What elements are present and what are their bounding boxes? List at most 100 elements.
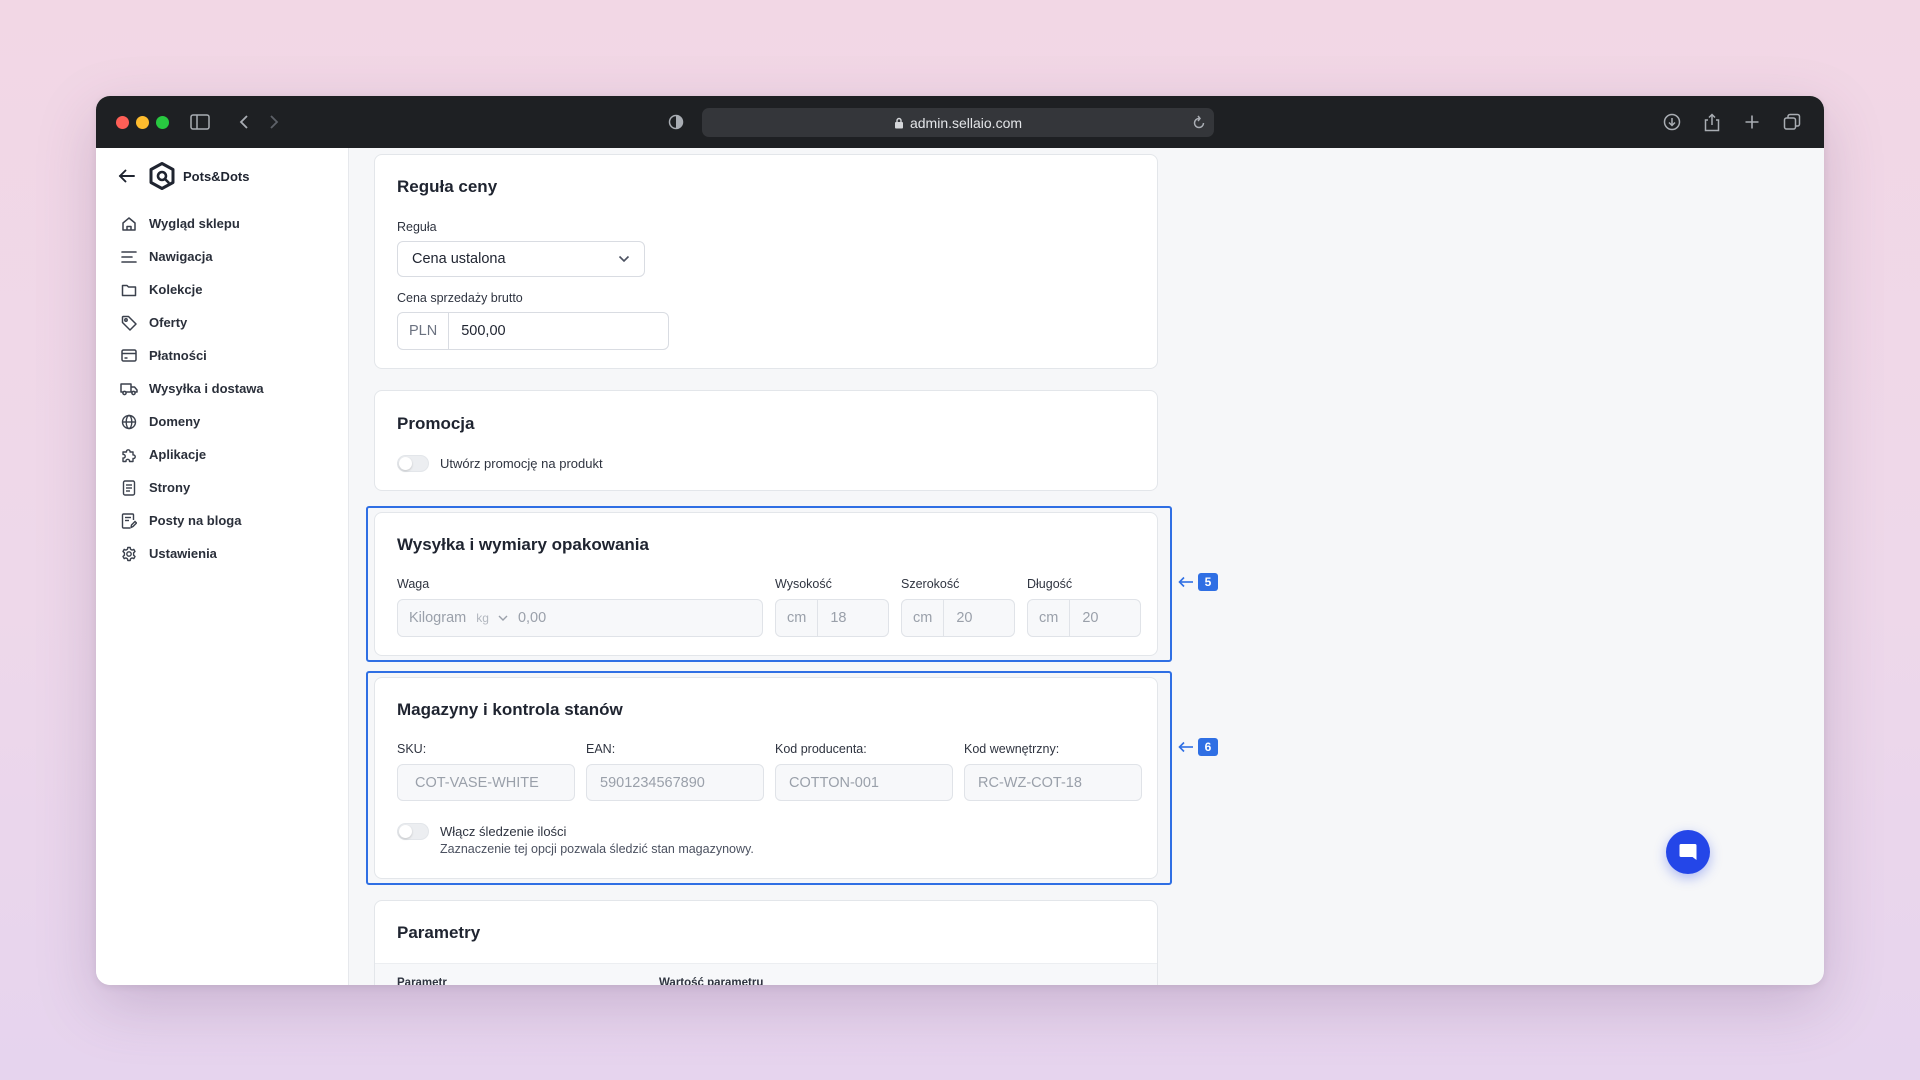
ean-input[interactable]: 5901234567890 bbox=[586, 764, 764, 801]
sidebar-item-label: Aplikacje bbox=[149, 447, 207, 462]
annotation-tag-5: 5 bbox=[1178, 573, 1218, 591]
browser-titlebar: admin.sellaio.com bbox=[96, 96, 1824, 148]
puzzle-icon bbox=[120, 446, 138, 464]
back-nav-icon[interactable] bbox=[234, 110, 254, 134]
sidebar-item-apps[interactable]: Aplikacje bbox=[120, 438, 264, 471]
weight-value: 0,00 bbox=[517, 610, 547, 626]
credit-card-icon bbox=[120, 347, 138, 365]
sidebar-item-blog-posts[interactable]: Posty na bloga bbox=[120, 504, 264, 537]
sku-value: COT-VASE-WHITE bbox=[415, 774, 539, 791]
sidebar-item-label: Nawigacja bbox=[149, 249, 213, 264]
parameter-column-header: Parametr bbox=[397, 977, 447, 985]
sidebar-item-label: Domeny bbox=[149, 414, 201, 429]
lock-icon bbox=[894, 117, 904, 129]
shipping-dimensions-card: Wysyłka i wymiary opakowania Waga Kilogr… bbox=[374, 512, 1158, 656]
weight-input[interactable]: Kilogram kg 0,00 bbox=[397, 599, 763, 637]
back-arrow-icon[interactable] bbox=[118, 169, 135, 183]
ean-value: 5901234567890 bbox=[600, 774, 705, 791]
width-input[interactable]: cm 20 bbox=[901, 599, 1015, 637]
home-icon bbox=[120, 215, 138, 233]
height-unit: cm bbox=[776, 600, 819, 636]
length-unit: cm bbox=[1028, 600, 1071, 636]
new-tab-icon[interactable] bbox=[1740, 110, 1764, 134]
sku-label: SKU: bbox=[397, 742, 427, 756]
sidebar-item-label: Płatności bbox=[149, 348, 207, 363]
width-label: Szerokość bbox=[901, 577, 960, 591]
sidebar-item-label: Wysyłka i dostawa bbox=[149, 381, 264, 396]
blog-post-icon bbox=[120, 512, 138, 530]
sidebar-item-label: Wygląd sklepu bbox=[149, 216, 240, 231]
minimize-window-button[interactable] bbox=[136, 116, 149, 129]
brand-logo-icon bbox=[149, 162, 175, 190]
chat-support-button[interactable] bbox=[1666, 830, 1710, 874]
tab-overview-icon[interactable] bbox=[1780, 110, 1804, 134]
height-label: Wysokość bbox=[775, 577, 832, 591]
reload-icon[interactable] bbox=[1192, 114, 1206, 130]
promotion-card: Promocja Utwórz promocję na produkt bbox=[374, 390, 1158, 491]
parameters-card: Parametry Parametr Wartość parametru bbox=[374, 900, 1158, 985]
sidebar-item-label: Posty na bloga bbox=[149, 513, 242, 528]
promotion-toggle-label: Utwórz promocję na produkt bbox=[440, 456, 603, 471]
download-icon[interactable] bbox=[1660, 110, 1684, 134]
height-input[interactable]: cm 18 bbox=[775, 599, 889, 637]
internal-code-label: Kod wewnętrzny: bbox=[964, 742, 1060, 756]
price-label: Cena sprzedaży brutto bbox=[397, 291, 523, 305]
parameters-table-header: Parametr Wartość parametru bbox=[375, 963, 1157, 985]
height-value: 18 bbox=[830, 610, 847, 626]
annotation-number: 6 bbox=[1198, 738, 1218, 756]
parameters-title: Parametry bbox=[397, 923, 481, 942]
truck-icon bbox=[120, 380, 138, 398]
forward-nav-icon[interactable] bbox=[264, 110, 284, 134]
ean-label: EAN: bbox=[586, 742, 616, 756]
producer-code-input[interactable]: COTTON-001 bbox=[775, 764, 953, 801]
producer-code-value: COTTON-001 bbox=[789, 774, 879, 791]
url-text: admin.sellaio.com bbox=[909, 114, 1023, 131]
annotation-tag-6: 6 bbox=[1178, 738, 1218, 756]
promotion-toggle[interactable] bbox=[397, 455, 429, 472]
annotation-number: 5 bbox=[1198, 573, 1218, 591]
close-window-button[interactable] bbox=[116, 116, 129, 129]
sidebar-item-shipping[interactable]: Wysyłka i dostawa bbox=[120, 372, 264, 405]
producer-code-label: Kod producenta: bbox=[775, 742, 867, 756]
sidebar-item-payments[interactable]: Płatności bbox=[120, 339, 264, 372]
arrow-left-icon bbox=[1178, 576, 1194, 588]
brand-name: Pots&Dots bbox=[183, 168, 250, 184]
menu-lines-icon bbox=[120, 248, 138, 266]
sidebar-item-store-appearance[interactable]: Wygląd sklepu bbox=[120, 207, 264, 240]
address-bar[interactable]: admin.sellaio.com bbox=[702, 108, 1214, 137]
arrow-left-icon bbox=[1178, 741, 1194, 753]
width-unit: cm bbox=[902, 600, 945, 636]
sidebar-item-collections[interactable]: Kolekcje bbox=[120, 273, 264, 306]
sidebar-item-domains[interactable]: Domeny bbox=[120, 405, 264, 438]
sidebar-item-offers[interactable]: Oferty bbox=[120, 306, 264, 339]
internal-code-input[interactable]: RC-WZ-COT-18 bbox=[964, 764, 1142, 801]
globe-icon bbox=[120, 413, 138, 431]
sidebar-toggle-icon[interactable] bbox=[188, 110, 212, 134]
gear-icon bbox=[120, 545, 138, 563]
share-icon[interactable] bbox=[1700, 110, 1724, 134]
parameter-value-column-header: Wartość parametru bbox=[659, 977, 764, 985]
weight-unit-name: Kilogram bbox=[409, 610, 467, 626]
sidebar-nav: Wygląd sklepu Nawigacja Kolekcje Oferty … bbox=[120, 207, 264, 570]
folder-icon bbox=[120, 281, 138, 299]
quantity-tracking-toggle[interactable] bbox=[397, 823, 429, 840]
rule-select-value: Cena ustalona bbox=[412, 251, 506, 267]
weight-label: Waga bbox=[397, 577, 430, 591]
maximize-window-button[interactable] bbox=[156, 116, 169, 129]
currency-prefix: PLN bbox=[398, 313, 450, 349]
price-input[interactable]: PLN 500,00 bbox=[397, 312, 669, 350]
page-icon bbox=[120, 479, 138, 497]
sku-input[interactable]: COT-VASE-WHITE bbox=[397, 764, 575, 801]
quantity-tracking-hint: Zaznaczenie tej opcji pozwala śledzić st… bbox=[440, 842, 754, 856]
chat-bubble-icon bbox=[1678, 842, 1698, 862]
sidebar-item-settings[interactable]: Ustawienia bbox=[120, 537, 264, 570]
sidebar-item-pages[interactable]: Strony bbox=[120, 471, 264, 504]
rule-select[interactable]: Cena ustalona bbox=[397, 241, 645, 277]
length-input[interactable]: cm 20 bbox=[1027, 599, 1141, 637]
sidebar-item-navigation[interactable]: Nawigacja bbox=[120, 240, 264, 273]
privacy-shield-icon[interactable] bbox=[666, 110, 686, 134]
admin-sidebar: Pots&Dots Wygląd sklepu Nawigacja Kolekc… bbox=[96, 148, 349, 985]
weight-unit-select[interactable]: Kilogram kg bbox=[398, 610, 508, 626]
chevron-down-icon bbox=[618, 255, 630, 263]
browser-window: admin.sellaio.com Pots&Dots Wygląd sklep… bbox=[96, 96, 1824, 985]
